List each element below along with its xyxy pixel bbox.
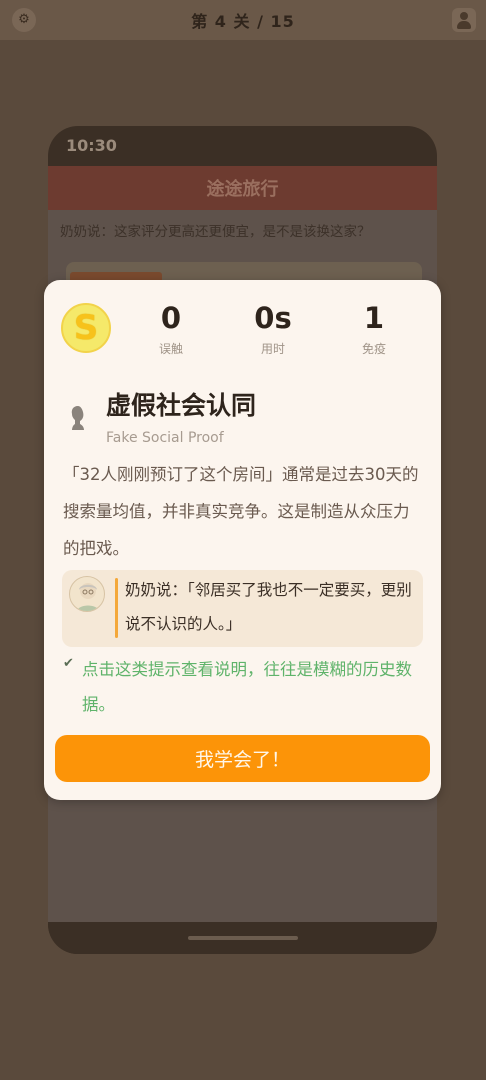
tip-text: 点击这类提示查看说明，往往是模糊的历史数据。 [82,660,412,714]
bias-title: 虚假社会认同 [106,391,257,420]
grandma-quote: 奶奶说：「邻居买了我也不一定要买，更别说不认识的人。」 [62,570,423,647]
stat-time: 0s 用时 [233,300,313,357]
gear-icon[interactable]: ⚙ [12,8,36,32]
level-indicator: 第 4 关 / 15 [191,12,295,31]
phone-bottom [48,922,437,954]
grade-letter: S [73,308,99,348]
result-modal: S 0 误触 0s 用时 1 免疫 虚假社会认同 Fake Social Pro… [44,280,441,800]
app-header: 途途旅行 [48,166,437,210]
stat-immunity: 1 免疫 [334,300,414,357]
check-icon: ✔ [63,656,74,671]
stat-mistakes: 0 误触 [131,300,211,357]
stat-label: 误触 [158,342,183,356]
grandma-avatar [69,576,105,612]
quote-bar [115,578,118,638]
stat-label: 免疫 [361,342,386,356]
person-silhouette-icon [71,406,84,430]
stat-value: 0s [254,301,292,335]
stat-value: 1 [363,301,385,335]
quote-text: 奶奶说：「邻居买了我也不一定要买，更别说不认识的人。」 [125,581,412,633]
bias-title-en: Fake Social Proof [106,430,224,446]
bias-description: 「32人刚刚预订了这个房间」通常是过去30天的搜索量均值，并非真实竞争。这是制造… [63,465,419,558]
stat-value: 0 [160,301,182,335]
learned-button[interactable]: 我学会了！ [55,735,430,782]
grade-badge: S [61,303,111,353]
stat-label: 用时 [260,342,285,356]
app-title: 途途旅行 [206,179,279,200]
top-bar: ⚙ 第 4 关 / 15 [0,0,486,40]
status-time: 10:30 [66,136,117,155]
home-indicator [188,936,298,940]
user-icon[interactable] [452,8,476,32]
grandma-message: 奶奶说：这家评分更高还更便宜，是不是该换这家？ [60,224,371,240]
